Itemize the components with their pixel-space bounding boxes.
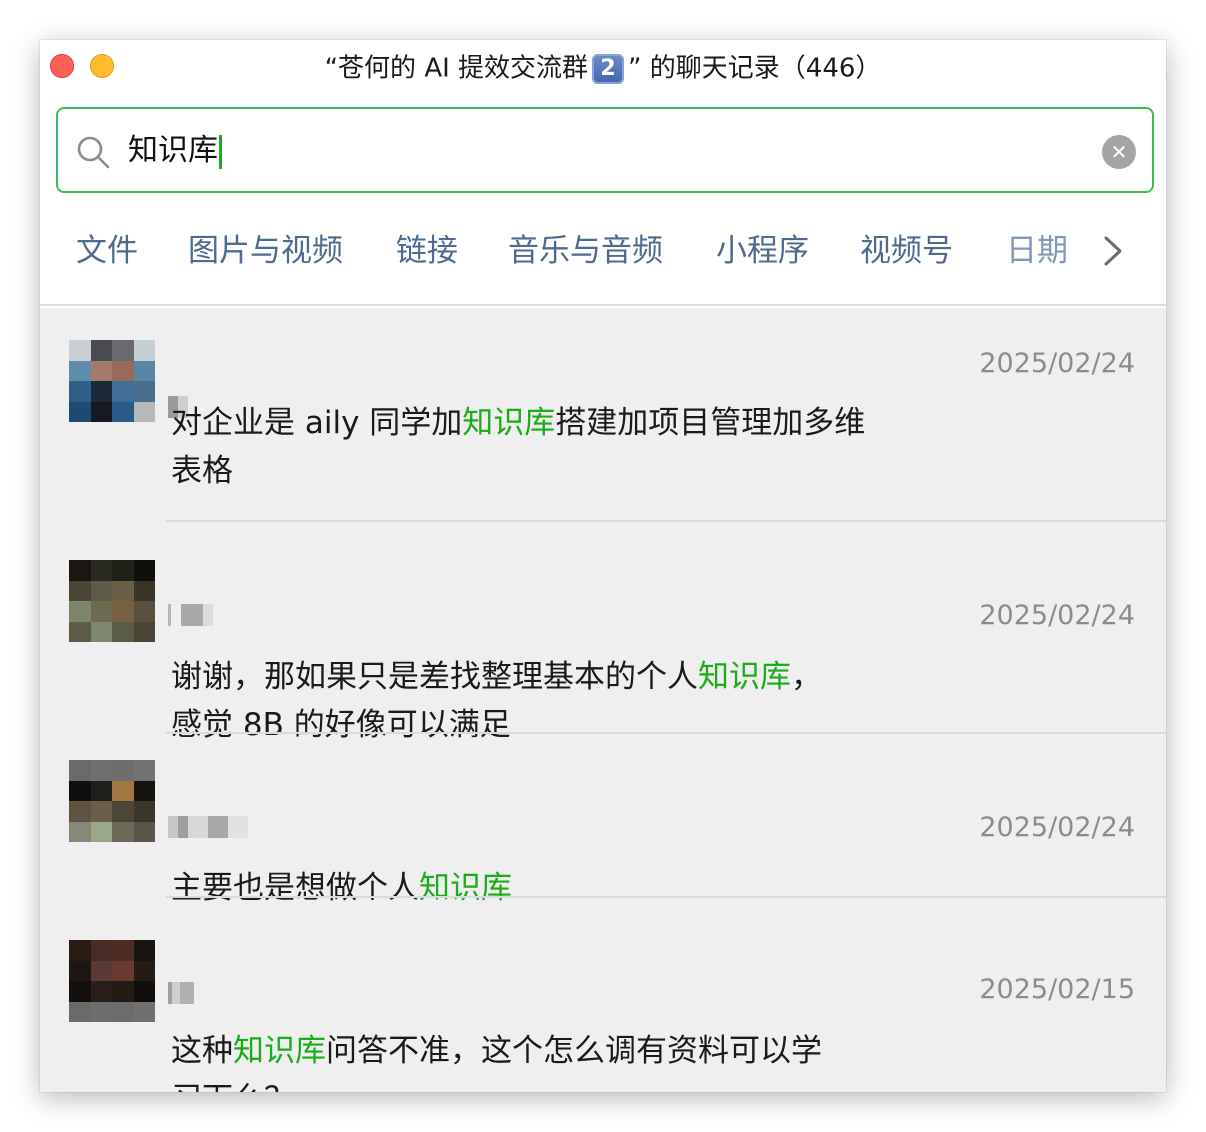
tab-music-audio[interactable]: 音乐与音频 (508, 228, 663, 274)
category-tabs: 文件 图片与视频 链接 音乐与音频 小程序 视频号 日期 (40, 228, 1166, 278)
message-line: 谢谢，那如果只是差找整理基本的个人知识库， (171, 659, 822, 695)
tab-links[interactable]: 链接 (396, 228, 458, 274)
message-date: 2025/02/24 (979, 600, 1135, 631)
sender-name-redacted (168, 816, 248, 838)
chevron-right-icon[interactable] (1098, 228, 1128, 274)
tab-images-videos[interactable]: 图片与视频 (188, 228, 343, 274)
message-line: 对企业是 aily 同学加知识库搭建加项目管理加多维 (171, 405, 866, 441)
search-result-item[interactable]: 2025/02/24 谢谢，那如果只是差找整理基本的个人知识库， 感觉 8B 的… (40, 522, 1166, 743)
window-title: “苍何的 AI 提效交流群 2” 的聊天记录（446） (40, 52, 1166, 85)
message-text: 对企业是 aily 同学加知识库搭建加项目管理加多维 表格 (171, 399, 931, 495)
avatar (69, 340, 155, 422)
search-icon (77, 136, 110, 169)
search-input[interactable]: 知识库 (128, 133, 218, 168)
sender-name-redacted (168, 982, 194, 1004)
message-date: 2025/02/15 (979, 974, 1135, 1005)
keycap-2-emoji: 2 (592, 53, 625, 84)
tab-channels[interactable]: 视频号 (860, 228, 953, 274)
text-caret (219, 134, 222, 169)
message-date: 2025/02/24 (979, 348, 1135, 379)
tab-date[interactable]: 日期 (1006, 228, 1068, 274)
avatar (69, 760, 155, 842)
search-result-item[interactable]: 2025/02/15 这种知识库问答不准，这个怎么调有资料可以学 习下么？ (40, 898, 1166, 1092)
tab-files[interactable]: 文件 (76, 228, 138, 274)
avatar (69, 560, 155, 642)
tab-mini-programs[interactable]: 小程序 (716, 228, 809, 274)
search-result-item[interactable]: 2025/02/24 主要也是想做个人知识库 (40, 734, 1166, 906)
clear-icon[interactable]: ✕ (1102, 135, 1136, 169)
search-result-item[interactable]: 2025/02/24 对企业是 aily 同学加知识库搭建加项目管理加多维 表格 (40, 310, 1166, 522)
search-box[interactable]: 知识库 ✕ (56, 107, 1154, 193)
message-date: 2025/02/24 (979, 812, 1135, 843)
message-line: 习下么？ (171, 1075, 931, 1092)
window-title-suffix: ” 的聊天记录（446） (628, 53, 882, 84)
sender-name-redacted (168, 604, 213, 626)
message-text: 这种知识库问答不准，这个怎么调有资料可以学 习下么？ (171, 1027, 931, 1092)
header: “苍何的 AI 提效交流群 2” 的聊天记录（446） 知识库 ✕ 文件 图片与视… (40, 40, 1166, 308)
message-line: 表格 (171, 453, 233, 489)
header-divider (40, 304, 1166, 306)
chat-history-window: “苍何的 AI 提效交流群 2” 的聊天记录（446） 知识库 ✕ 文件 图片与视… (40, 40, 1166, 1092)
message-line: 这种知识库问答不准，这个怎么调有资料可以学 (171, 1033, 822, 1069)
avatar (69, 940, 155, 1022)
window-title-text: “苍何的 AI 提效交流群 (324, 53, 589, 84)
